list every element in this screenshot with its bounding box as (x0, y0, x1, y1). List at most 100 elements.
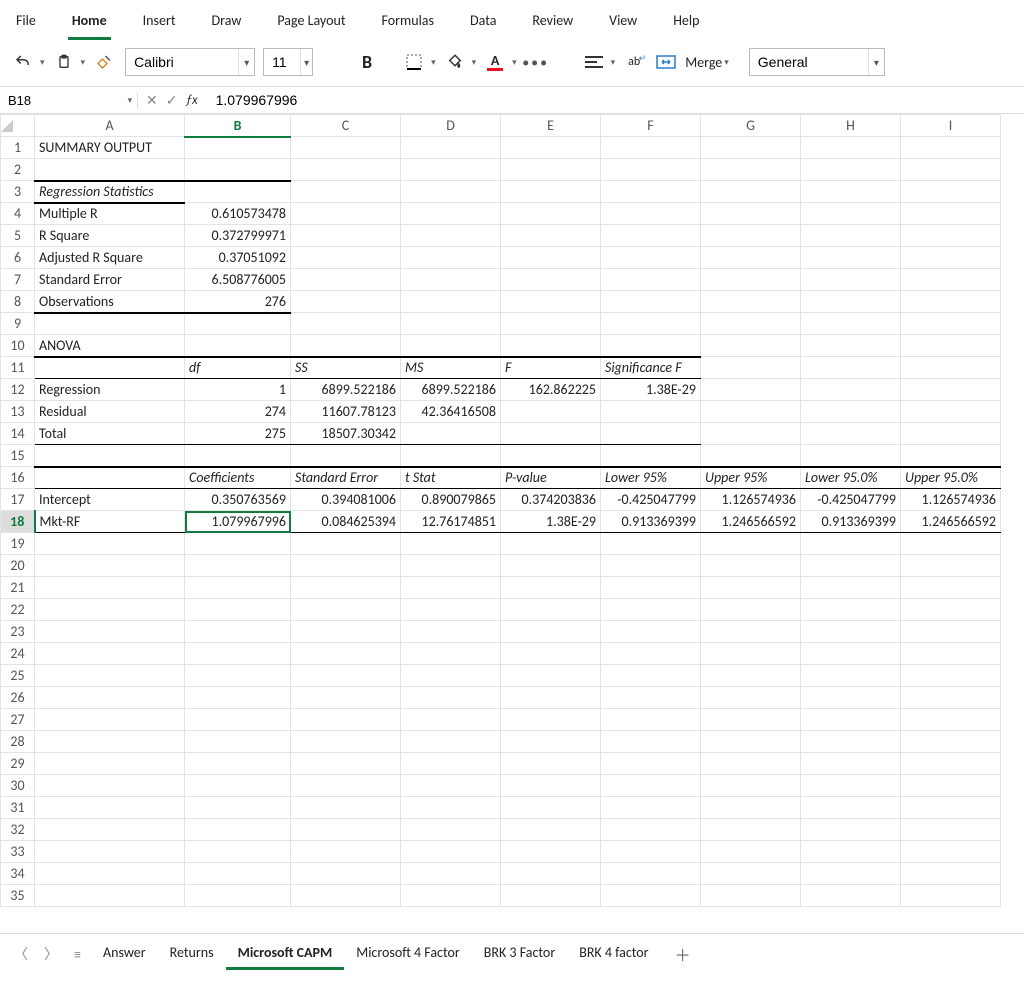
ribbon-tab-draw[interactable]: Draw (208, 6, 246, 40)
cell-D11[interactable]: MS (401, 357, 501, 379)
cell-F3[interactable] (601, 181, 701, 203)
cell-E28[interactable] (501, 731, 601, 753)
chevron-down-icon[interactable]: ▾ (431, 57, 436, 68)
sheet-nav-next[interactable]: 〉 (38, 940, 64, 968)
cell-C29[interactable] (291, 753, 401, 775)
row-header-33[interactable]: 33 (1, 841, 35, 863)
cell-E2[interactable] (501, 159, 601, 181)
cell-G14[interactable] (701, 423, 801, 445)
row-header-6[interactable]: 6 (1, 247, 35, 269)
cell-D5[interactable] (401, 225, 501, 247)
cell-C27[interactable] (291, 709, 401, 731)
borders-button[interactable] (401, 49, 427, 75)
row-header-31[interactable]: 31 (1, 797, 35, 819)
column-header-D[interactable]: D (401, 115, 501, 137)
cell-A15[interactable] (35, 445, 185, 467)
cell-H20[interactable] (801, 555, 901, 577)
cell-B25[interactable] (185, 665, 291, 687)
fx-icon[interactable]: ƒx (185, 93, 203, 108)
row-header-3[interactable]: 3 (1, 181, 35, 203)
cell-C33[interactable] (291, 841, 401, 863)
cell-A33[interactable] (35, 841, 185, 863)
cell-D35[interactable] (401, 885, 501, 907)
cell-I21[interactable] (901, 577, 1001, 599)
cell-C4[interactable] (291, 203, 401, 225)
cell-D16[interactable]: t Stat (401, 467, 501, 489)
cell-D10[interactable] (401, 335, 501, 357)
cell-G25[interactable] (701, 665, 801, 687)
cell-A3[interactable]: Regression Statistics (35, 181, 185, 203)
cell-I24[interactable] (901, 643, 1001, 665)
cell-I22[interactable] (901, 599, 1001, 621)
cell-H33[interactable] (801, 841, 901, 863)
cell-D34[interactable] (401, 863, 501, 885)
cell-F5[interactable] (601, 225, 701, 247)
cell-G1[interactable] (701, 137, 801, 159)
column-header-C[interactable]: C (291, 115, 401, 137)
cell-C23[interactable] (291, 621, 401, 643)
cell-I17[interactable]: 1.126574936 (901, 489, 1001, 511)
row-header-15[interactable]: 15 (1, 445, 35, 467)
font-color-button[interactable]: A (482, 49, 508, 75)
cell-B23[interactable] (185, 621, 291, 643)
cell-B11[interactable]: df (185, 357, 291, 379)
cell-G34[interactable] (701, 863, 801, 885)
cell-F6[interactable] (601, 247, 701, 269)
ribbon-tab-page-layout[interactable]: Page Layout (273, 6, 349, 40)
cell-F28[interactable] (601, 731, 701, 753)
cell-H18[interactable]: 0.913369399 (801, 511, 901, 533)
cell-I1[interactable] (901, 137, 1001, 159)
cell-C21[interactable] (291, 577, 401, 599)
cell-G20[interactable] (701, 555, 801, 577)
cell-D18[interactable]: 12.76174851 (401, 511, 501, 533)
row-header-2[interactable]: 2 (1, 159, 35, 181)
cell-F7[interactable] (601, 269, 701, 291)
cell-H13[interactable] (801, 401, 901, 423)
cell-E3[interactable] (501, 181, 601, 203)
sheet-tab-microsoft-4-factor[interactable]: Microsoft 4 Factor (344, 938, 472, 970)
cell-D6[interactable] (401, 247, 501, 269)
cell-C2[interactable] (291, 159, 401, 181)
cell-E22[interactable] (501, 599, 601, 621)
cell-B10[interactable] (185, 335, 291, 357)
cell-D13[interactable]: 42.36416508 (401, 401, 501, 423)
cell-H29[interactable] (801, 753, 901, 775)
cell-G8[interactable] (701, 291, 801, 313)
cell-A6[interactable]: Adjusted R Square (35, 247, 185, 269)
cell-E5[interactable] (501, 225, 601, 247)
cell-I5[interactable] (901, 225, 1001, 247)
cell-H12[interactable] (801, 379, 901, 401)
cell-C9[interactable] (291, 313, 401, 335)
cell-H21[interactable] (801, 577, 901, 599)
cell-B16[interactable]: Coefficients (185, 467, 291, 489)
cell-G21[interactable] (701, 577, 801, 599)
cell-A12[interactable]: Regression (35, 379, 185, 401)
cell-B3[interactable] (185, 181, 291, 203)
cell-G32[interactable] (701, 819, 801, 841)
row-header-28[interactable]: 28 (1, 731, 35, 753)
cell-D22[interactable] (401, 599, 501, 621)
font-name-input[interactable] (126, 54, 238, 70)
cell-B24[interactable] (185, 643, 291, 665)
cell-G4[interactable] (701, 203, 801, 225)
chevron-down-icon[interactable]: ▾ (238, 49, 254, 75)
row-header-22[interactable]: 22 (1, 599, 35, 621)
cell-H7[interactable] (801, 269, 901, 291)
row-header-18[interactable]: 18 (1, 511, 35, 533)
cell-C8[interactable] (291, 291, 401, 313)
cell-C26[interactable] (291, 687, 401, 709)
cell-H32[interactable] (801, 819, 901, 841)
cell-C30[interactable] (291, 775, 401, 797)
cell-I28[interactable] (901, 731, 1001, 753)
row-header-27[interactable]: 27 (1, 709, 35, 731)
cell-H16[interactable]: Lower 95.0% (801, 467, 901, 489)
cell-A26[interactable] (35, 687, 185, 709)
cell-G10[interactable] (701, 335, 801, 357)
cell-E14[interactable] (501, 423, 601, 445)
cell-D24[interactable] (401, 643, 501, 665)
sheet-list-button[interactable]: ≡ (68, 942, 87, 967)
cell-H14[interactable] (801, 423, 901, 445)
row-header-25[interactable]: 25 (1, 665, 35, 687)
cell-E10[interactable] (501, 335, 601, 357)
cell-F18[interactable]: 0.913369399 (601, 511, 701, 533)
